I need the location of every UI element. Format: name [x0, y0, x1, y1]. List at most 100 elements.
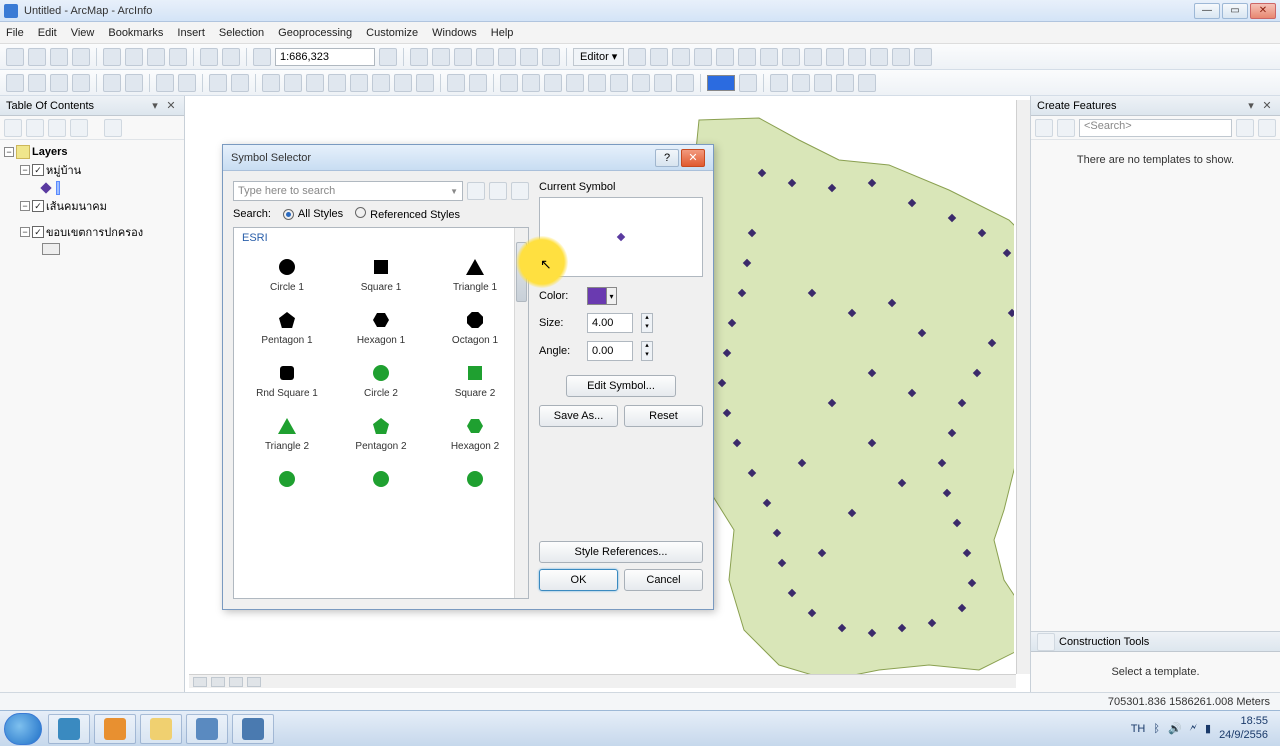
trace-icon[interactable]	[716, 48, 734, 66]
draw-rectangle-icon[interactable]	[500, 74, 518, 92]
find-route-icon[interactable]	[394, 74, 412, 92]
close-button[interactable]: ✕	[1250, 3, 1276, 19]
size-spinner[interactable]: ▴▾	[641, 313, 653, 333]
arctoolbox-icon[interactable]	[498, 48, 516, 66]
tree-collapse-icon[interactable]: −	[20, 201, 30, 211]
editor-dropdown[interactable]: Editor ▾	[573, 48, 624, 66]
task-media-icon[interactable]	[94, 714, 136, 744]
fill-color-swatch[interactable]	[707, 75, 735, 91]
toc-list-by-drawing-order-icon[interactable]	[4, 119, 22, 137]
toc-options-icon[interactable]	[104, 119, 122, 137]
draw-text-icon[interactable]	[522, 74, 540, 92]
select-features-icon[interactable]	[209, 74, 227, 92]
menu-customize[interactable]: Customize	[366, 27, 418, 39]
hyperlink-icon[interactable]	[306, 74, 324, 92]
menu-bookmarks[interactable]: Bookmarks	[108, 27, 163, 39]
layout-view-icon[interactable]	[211, 677, 225, 687]
map-scale-input[interactable]	[275, 48, 375, 66]
time-slider-icon[interactable]	[447, 74, 465, 92]
identify-icon[interactable]	[284, 74, 302, 92]
menu-insert[interactable]: Insert	[177, 27, 205, 39]
fixed-zoom-in-icon[interactable]	[103, 74, 121, 92]
toolbar-icon[interactable]	[432, 48, 450, 66]
symbol-item[interactable]: Pentagon 2	[336, 411, 426, 456]
tree-collapse-icon[interactable]: −	[20, 165, 30, 175]
tray-volume-icon[interactable]: 🔊	[1168, 722, 1182, 735]
edit-annotation-icon[interactable]	[650, 48, 668, 66]
ok-button[interactable]: OK	[539, 569, 618, 591]
split-icon[interactable]	[826, 48, 844, 66]
cf-clear-icon[interactable]	[1258, 119, 1276, 137]
add-data-icon[interactable]	[253, 48, 271, 66]
reshape-icon[interactable]	[782, 48, 800, 66]
back-extent-icon[interactable]	[156, 74, 174, 92]
fixed-zoom-out-icon[interactable]	[125, 74, 143, 92]
go-to-xy-icon[interactable]	[416, 74, 434, 92]
refresh-icon[interactable]	[229, 677, 243, 687]
layer-checkbox[interactable]: ✓	[32, 226, 44, 238]
start-button[interactable]	[4, 713, 42, 745]
menu-edit[interactable]: Edit	[38, 27, 57, 39]
layer-symbol-polygon[interactable]	[42, 243, 60, 255]
menu-geoprocessing[interactable]: Geoprocessing	[278, 27, 352, 39]
edit-symbol-button[interactable]: Edit Symbol...	[566, 375, 676, 397]
style-references-button[interactable]: Style References...	[539, 541, 703, 563]
save-icon[interactable]	[50, 48, 68, 66]
forward-extent-icon[interactable]	[178, 74, 196, 92]
toc-list-by-visibility-icon[interactable]	[48, 119, 66, 137]
tray-clock[interactable]: 18:55 24/9/2556	[1219, 715, 1268, 741]
pan-icon[interactable]	[50, 74, 68, 92]
attributes-icon[interactable]	[870, 48, 888, 66]
draw-line-icon[interactable]	[588, 74, 606, 92]
create-features-icon[interactable]	[914, 48, 932, 66]
tree-collapse-icon[interactable]: −	[4, 147, 14, 157]
edit-vertices-icon[interactable]	[760, 48, 778, 66]
straight-segment-icon[interactable]	[672, 48, 690, 66]
cf-search-input[interactable]: <Search>	[1079, 119, 1232, 137]
symbol-item[interactable]: Octagon 1	[430, 305, 520, 350]
tray-bluetooth-icon[interactable]: ᛒ	[1153, 723, 1160, 735]
draw-edit-icon[interactable]	[544, 74, 562, 92]
dialog-close-button[interactable]: ✕	[681, 149, 705, 167]
layer-label[interactable]: เส้นคมนาคม	[46, 197, 107, 215]
toc-pin-icon[interactable]: ▾	[148, 99, 162, 113]
minimize-button[interactable]: —	[1194, 3, 1220, 19]
draw-ungroup-icon[interactable]	[676, 74, 694, 92]
color-picker[interactable]: ▾	[587, 287, 617, 305]
menu-file[interactable]: File	[6, 27, 24, 39]
size-input[interactable]	[587, 313, 633, 333]
symbol-item[interactable]: Pentagon 1	[242, 305, 332, 350]
paste-icon[interactable]	[147, 48, 165, 66]
layer-label[interactable]: ขอบเขตการปกครอง	[46, 223, 143, 241]
cf-filter-icon[interactable]	[1035, 119, 1053, 137]
python-icon[interactable]	[520, 48, 538, 66]
layer-checkbox[interactable]: ✓	[32, 200, 44, 212]
copy-icon[interactable]	[125, 48, 143, 66]
print-icon[interactable]	[72, 48, 90, 66]
fill-dropdown-icon[interactable]	[739, 74, 757, 92]
symbol-search-reset-icon[interactable]	[489, 182, 507, 200]
layout-pan-icon[interactable]	[814, 74, 832, 92]
editor-toolbar-icon[interactable]	[410, 48, 428, 66]
dialog-help-button[interactable]: ?	[655, 149, 679, 167]
task-ie-icon[interactable]	[48, 714, 90, 744]
maximize-button[interactable]: ▭	[1222, 3, 1248, 19]
rotate-icon[interactable]	[848, 48, 866, 66]
symbol-item[interactable]	[336, 464, 426, 494]
map-vertical-scrollbar[interactable]	[1016, 100, 1030, 674]
search-icon[interactable]	[476, 48, 494, 66]
layout-100-icon[interactable]	[858, 74, 876, 92]
tray-network-icon[interactable]: 🗲	[1190, 722, 1197, 735]
select-elements-icon[interactable]	[262, 74, 280, 92]
draw-polygon-icon[interactable]	[610, 74, 628, 92]
menu-help[interactable]: Help	[491, 27, 514, 39]
cut-polygons-icon[interactable]	[804, 48, 822, 66]
create-viewer-icon[interactable]	[469, 74, 487, 92]
cf-organize-icon[interactable]	[1057, 119, 1075, 137]
catalog-icon[interactable]	[454, 48, 472, 66]
symbol-item[interactable]: Rnd Square 1	[242, 358, 332, 403]
delete-icon[interactable]	[169, 48, 187, 66]
draw-marker-icon[interactable]	[566, 74, 584, 92]
task-explorer-icon[interactable]	[140, 714, 182, 744]
model-builder-icon[interactable]	[542, 48, 560, 66]
